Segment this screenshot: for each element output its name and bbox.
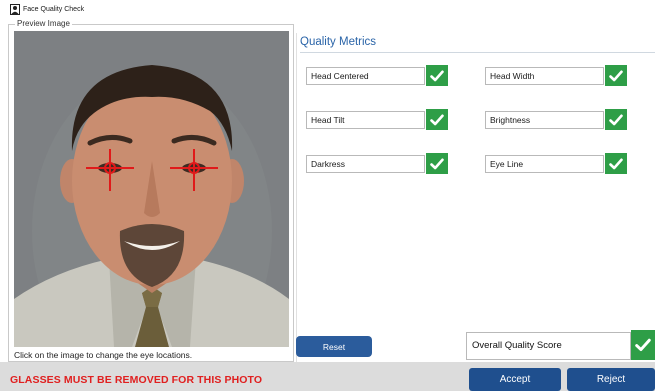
metric-label: Head Centered <box>306 67 425 85</box>
eye-location-hint: Click on the image to change the eye loc… <box>14 350 193 360</box>
person-id-icon <box>10 3 20 15</box>
overall-quality-score: Overall Quality Score <box>466 332 631 360</box>
check-icon <box>605 109 627 130</box>
window-title: Face Quality Check <box>23 5 85 13</box>
glasses-warning: GLASSES MUST BE REMOVED FOR THIS PHOTO <box>10 374 263 386</box>
check-icon <box>605 65 627 86</box>
metric-label: Brightness <box>485 111 604 129</box>
metric-label: Eye Line <box>485 155 604 173</box>
reset-button[interactable]: Reset <box>296 336 372 357</box>
footer-bar: GLASSES MUST BE REMOVED FOR THIS PHOTO A… <box>0 362 655 391</box>
metric-head-centered: Head Centered <box>306 65 448 87</box>
preview-group-label: Preview Image <box>15 19 72 28</box>
check-icon <box>426 109 448 130</box>
preview-image-group: Preview Image Click on the image to chan… <box>8 19 294 362</box>
metric-head-width: Head Width <box>485 65 627 87</box>
metric-label: Darkress <box>306 155 425 173</box>
quality-metrics-panel: Quality Metrics Head Centered Head Width… <box>296 33 655 363</box>
face-portrait-image <box>14 31 289 347</box>
check-icon <box>631 330 655 360</box>
metric-head-tilt: Head Tilt <box>306 109 448 131</box>
accept-button[interactable]: Accept <box>469 368 561 391</box>
face-photo[interactable] <box>14 31 289 347</box>
metric-label: Head Width <box>485 67 604 85</box>
check-icon <box>605 153 627 174</box>
check-icon <box>426 65 448 86</box>
metric-darkness: Darkress <box>306 153 448 175</box>
quality-metrics-title: Quality Metrics <box>300 36 377 48</box>
title-divider <box>300 52 655 53</box>
metric-eye-line: Eye Line <box>485 153 627 175</box>
metric-label: Head Tilt <box>306 111 425 129</box>
title-bar: Face Quality Check <box>0 0 655 18</box>
reject-button[interactable]: Reject <box>567 368 655 391</box>
check-icon <box>426 153 448 174</box>
metric-brightness: Brightness <box>485 109 627 131</box>
